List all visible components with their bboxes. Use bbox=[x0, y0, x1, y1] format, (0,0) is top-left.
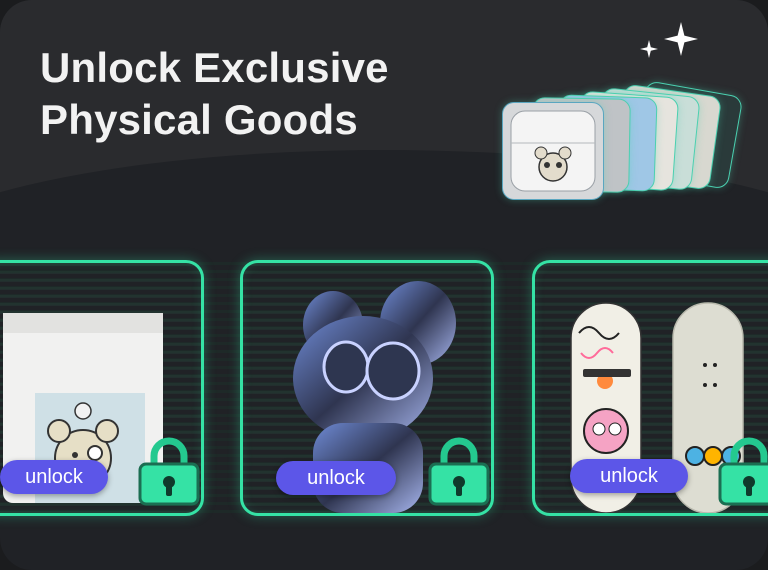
unlock-button[interactable]: unlock bbox=[570, 459, 688, 493]
lock-icon bbox=[138, 437, 200, 506]
lock-icon bbox=[428, 437, 490, 506]
page-title: Unlock Exclusive Physical Goods bbox=[40, 42, 389, 146]
promo-card: Unlock Exclusive Physical Goods unlock u… bbox=[0, 0, 768, 570]
collectible-cards-stack bbox=[472, 80, 744, 208]
sparkle-icon bbox=[664, 22, 698, 56]
title-line-2: Physical Goods bbox=[40, 96, 358, 143]
mini-card-front bbox=[502, 102, 604, 200]
lock-icon bbox=[718, 437, 768, 506]
unlock-button[interactable]: unlock bbox=[0, 460, 108, 494]
title-line-1: Unlock Exclusive bbox=[40, 44, 389, 91]
sparkle-icon bbox=[640, 40, 658, 58]
unlock-button[interactable]: unlock bbox=[276, 461, 396, 495]
airpods-case-image bbox=[510, 110, 596, 192]
